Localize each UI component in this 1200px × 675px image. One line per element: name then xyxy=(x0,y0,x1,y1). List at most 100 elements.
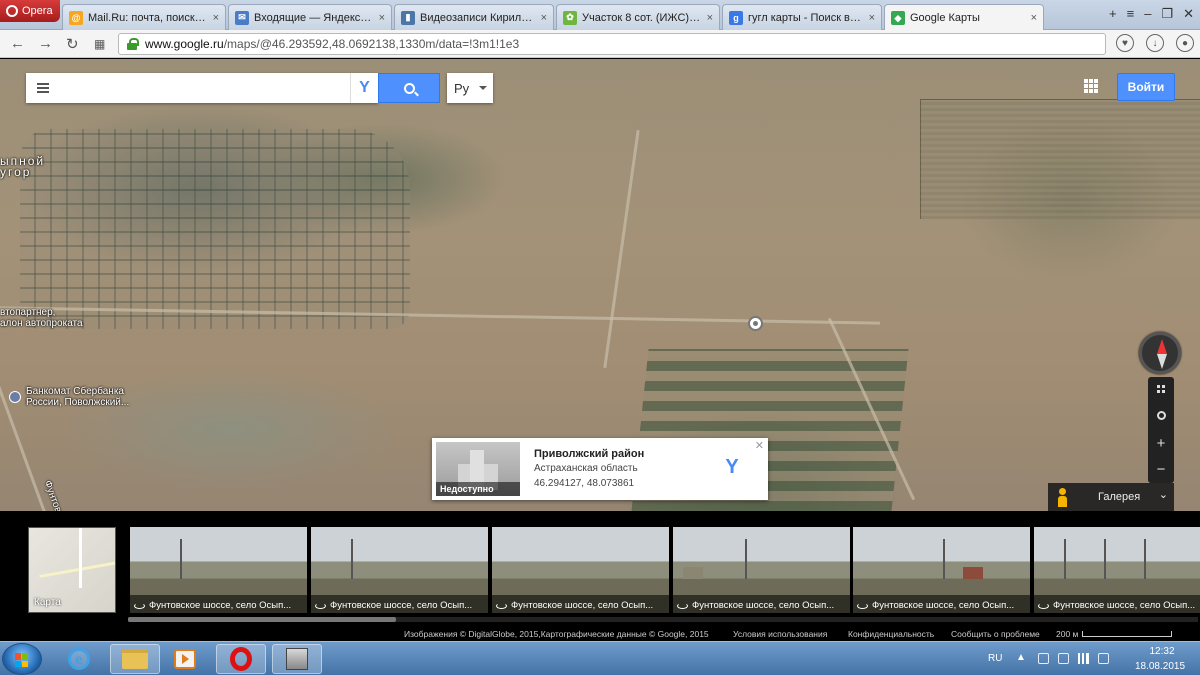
minimize-icon[interactable]: – xyxy=(1144,6,1151,22)
farm-field xyxy=(920,99,1200,219)
user-icon[interactable]: ● xyxy=(1176,34,1194,52)
signin-button[interactable]: Войти xyxy=(1117,73,1175,101)
new-tab-icon[interactable]: + xyxy=(1109,6,1117,22)
gallery-photo[interactable]: Фунтовское шоссе, село Осып... xyxy=(492,527,669,613)
directions-icon[interactable]: Y xyxy=(350,73,378,103)
forward-arrow-icon[interactable]: → xyxy=(38,35,53,52)
gallery-photo[interactable]: Фунтовское шоссе, село Осып... xyxy=(130,527,307,613)
avito-icon: ✿ xyxy=(563,10,577,25)
close-icon[interactable]: ✕ xyxy=(755,439,764,452)
gallery-photo[interactable]: Фунтовское шоссе, село Осып... xyxy=(311,527,488,613)
terms-link[interactable]: Условия использования xyxy=(733,629,827,639)
menu-icon[interactable] xyxy=(26,73,60,103)
tab-google-maps[interactable]: ◆ Google Карты × xyxy=(884,4,1044,31)
media-player-icon xyxy=(174,649,196,669)
tab-close-icon[interactable]: × xyxy=(707,12,713,24)
taskbar-explorer[interactable] xyxy=(110,644,160,674)
back-arrow-icon[interactable]: ← xyxy=(10,35,25,52)
close-window-icon[interactable]: ✕ xyxy=(1183,6,1194,22)
gallery-photo[interactable]: Фунтовское шоссе, село Осып... xyxy=(1034,527,1200,613)
gallery-scroll-thumb[interactable] xyxy=(128,617,396,622)
settlement-area xyxy=(20,129,410,329)
flag-icon[interactable] xyxy=(1038,653,1049,664)
my-location-button[interactable] xyxy=(1148,403,1174,427)
tab-avito[interactable]: ✿ Участок 8 сот. (ИЖС) - к × xyxy=(556,4,720,30)
scale-label[interactable]: 200 м xyxy=(1056,629,1078,639)
speed-dial-icon[interactable]: ▦ xyxy=(94,37,105,51)
tab-close-icon[interactable]: × xyxy=(213,12,219,24)
map-label-line: России, Поволжский... xyxy=(26,397,130,408)
map-tile-road xyxy=(79,528,82,588)
photo-pole xyxy=(1104,539,1106,579)
tab-close-icon[interactable]: × xyxy=(869,12,875,24)
input-language[interactable]: RU xyxy=(988,653,1002,664)
gallery-photo[interactable]: Фунтовское шоссе, село Осып... xyxy=(673,527,850,613)
tab-label: Google Карты xyxy=(910,12,980,24)
location-pin-icon[interactable] xyxy=(748,316,763,331)
signal-icon[interactable] xyxy=(1078,653,1089,664)
apps-grid-icon[interactable] xyxy=(1084,79,1098,93)
privacy-link[interactable]: Конфиденциальность xyxy=(848,629,934,639)
map-label-line: алон автопроката xyxy=(0,318,83,329)
satellite-map[interactable]: ыпной угор втопартнер, алон автопроката … xyxy=(0,59,1200,511)
compass-icon[interactable] xyxy=(1139,332,1181,374)
gallery-toggle[interactable]: Галерея ⌄ xyxy=(1048,483,1174,511)
gallery-photo[interactable]: Фунтовское шоссе, село Осып... xyxy=(853,527,1030,613)
tilt-grid-button[interactable] xyxy=(1148,377,1174,401)
search-box: Y xyxy=(26,73,378,103)
scale-bar xyxy=(1082,631,1172,637)
photo-pole xyxy=(1064,539,1066,579)
search-button[interactable] xyxy=(378,73,440,103)
map-label-car-rental[interactable]: втопартнер, алон автопроката xyxy=(0,307,83,329)
compass-north xyxy=(1157,339,1167,354)
heart-icon[interactable]: ♥ xyxy=(1116,34,1134,52)
photo-caption: Фунтовское шоссе, село Осып... xyxy=(673,595,850,613)
search-input[interactable] xyxy=(60,74,350,102)
tab-list-icon[interactable]: ≡ xyxy=(1127,6,1135,22)
map-tile-button[interactable]: Карта xyxy=(28,527,116,613)
system-tray: RU ▲ 12:32 18.08.2015 xyxy=(980,642,1200,675)
clock-date[interactable]: 18.08.2015 xyxy=(1128,661,1192,672)
google-icon: g xyxy=(729,10,743,25)
atm-marker-icon[interactable] xyxy=(9,391,21,403)
folder-icon xyxy=(122,649,148,669)
start-button[interactable] xyxy=(2,643,42,675)
my-location-icon xyxy=(1156,410,1166,420)
language-select[interactable]: Ру xyxy=(447,73,493,103)
hand-icon[interactable] xyxy=(1058,653,1069,664)
directions-icon[interactable]: Y xyxy=(720,456,744,480)
clock-time[interactable]: 12:32 xyxy=(1132,646,1192,657)
info-card[interactable]: Недоступно Приволжский район Астраханска… xyxy=(432,438,768,500)
zoom-out-button[interactable]: − xyxy=(1148,457,1174,481)
tab-close-icon[interactable]: × xyxy=(1031,12,1037,24)
address-bar-tools: ♥ ↓ ● xyxy=(1116,34,1194,52)
opera-menu-button[interactable]: Opera xyxy=(0,0,60,22)
volume-icon[interactable] xyxy=(1098,653,1109,664)
taskbar-ie[interactable]: e xyxy=(54,644,104,674)
tabbar-tools: + ≡ – ❐ ✕ xyxy=(1109,6,1194,22)
panorama-icon xyxy=(134,602,145,609)
tab-google-search[interactable]: g гугл карты - Поиск в Go × xyxy=(722,4,882,30)
maximize-icon[interactable]: ❐ xyxy=(1161,6,1173,22)
map-label-atm[interactable]: Банкомат Сбербанка России, Поволжский... xyxy=(26,386,129,408)
compass-south xyxy=(1157,354,1167,369)
streetview-thumbnail[interactable]: Недоступно xyxy=(436,442,520,496)
reload-icon[interactable]: ↻ xyxy=(66,35,79,53)
tray-expand-icon[interactable]: ▲ xyxy=(1016,652,1026,663)
tab-close-icon[interactable]: × xyxy=(541,12,547,24)
info-title: Приволжский район xyxy=(534,448,645,460)
download-icon[interactable]: ↓ xyxy=(1146,34,1164,52)
tab-mailru[interactable]: @ Mail.Ru: почта, поиск в и × xyxy=(62,4,226,30)
tab-vk-video[interactable]: ▮ Видеозаписи Кирилла С × xyxy=(394,4,554,30)
pegman-icon[interactable] xyxy=(1058,488,1067,507)
taskbar-opera[interactable] xyxy=(216,644,266,674)
url-field[interactable]: www.google.ru/maps/@46.293592,48.0692138… xyxy=(118,33,1106,55)
taskbar-notes[interactable] xyxy=(272,644,322,674)
tab-close-icon[interactable]: × xyxy=(379,12,385,24)
taskbar-media-player[interactable] xyxy=(160,644,210,674)
tab-yandex-mail[interactable]: ✉ Входящие — Яндекс.По × xyxy=(228,4,392,30)
zoom-in-button[interactable]: + xyxy=(1148,431,1174,455)
photo-gallery-strip: Карта Фунтовское шоссе, село Осып... Фун… xyxy=(0,511,1200,627)
report-problem-link[interactable]: Сообщить о проблеме xyxy=(951,629,1040,639)
panorama-icon xyxy=(315,602,326,609)
